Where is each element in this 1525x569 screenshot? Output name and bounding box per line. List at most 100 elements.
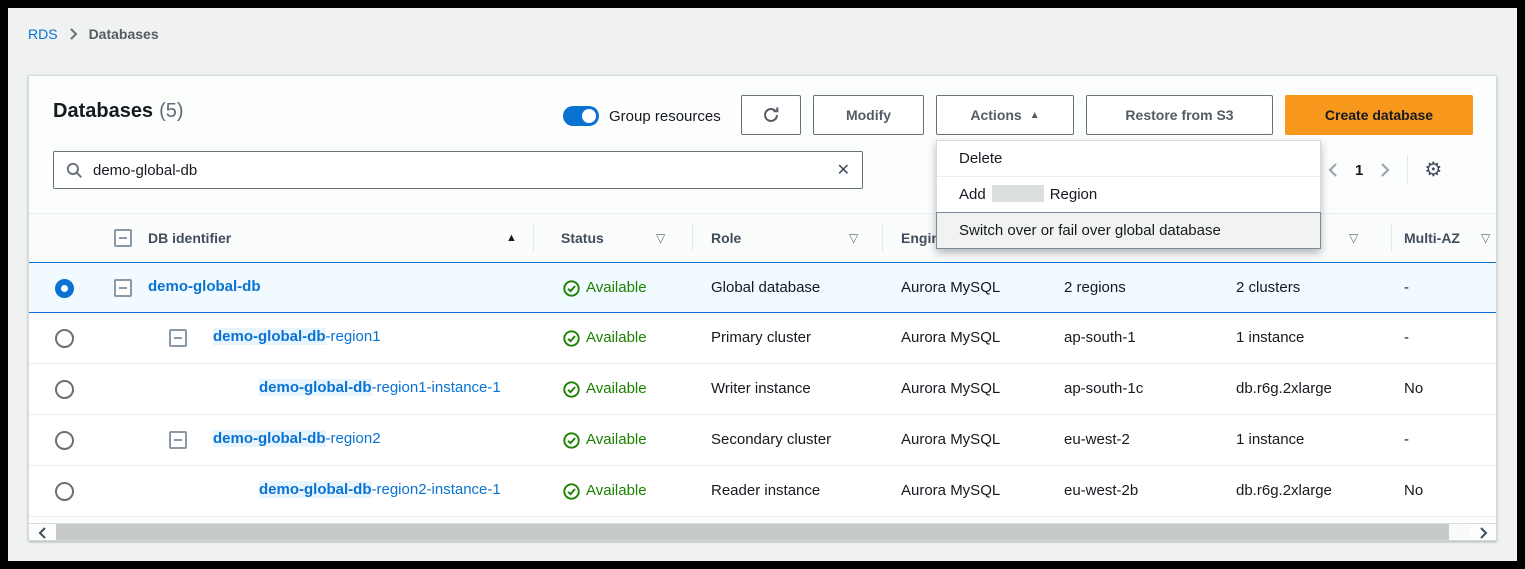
group-resources-label: Group resources bbox=[609, 107, 721, 127]
panel-title: Databases (5) bbox=[53, 100, 184, 123]
table-row[interactable]: demo-global-db Available Global database… bbox=[29, 262, 1497, 313]
create-label: Create database bbox=[1325, 107, 1433, 123]
menu-item-add-region-suffix: Region bbox=[1050, 186, 1098, 203]
size-value: db.r6g.2xlarge bbox=[1236, 380, 1332, 397]
refresh-button[interactable] bbox=[741, 95, 801, 135]
table-row[interactable]: demo-global-db-region2 Available Seconda… bbox=[29, 415, 1497, 466]
multi-az-value: - bbox=[1404, 279, 1409, 296]
settings-gear-icon[interactable]: ⚙ bbox=[1424, 160, 1442, 180]
collapse-all-checkbox[interactable] bbox=[114, 229, 132, 247]
pagination-divider bbox=[1407, 155, 1408, 185]
collapse-row-icon[interactable] bbox=[169, 329, 187, 347]
role-value: Global database bbox=[711, 279, 820, 296]
role-value: Writer instance bbox=[711, 380, 811, 397]
sortable-icon[interactable]: ▽ bbox=[1481, 231, 1490, 245]
column-divider bbox=[882, 224, 883, 252]
databases-panel: Databases (5) Group resources Modify Acti… bbox=[28, 75, 1497, 541]
scrollbar-thumb[interactable] bbox=[56, 524, 1449, 541]
role-value: Reader instance bbox=[711, 482, 820, 499]
restore-from-s3-button[interactable]: Restore from S3 bbox=[1086, 95, 1273, 135]
chevron-left-icon bbox=[38, 527, 47, 539]
next-page-button[interactable] bbox=[1379, 162, 1391, 178]
breadcrumb: RDS Databases bbox=[28, 26, 159, 42]
multi-az-value: - bbox=[1404, 329, 1409, 346]
status-value: Available bbox=[586, 380, 647, 397]
row-radio-selected[interactable] bbox=[55, 279, 74, 298]
breadcrumb-rds-link[interactable]: RDS bbox=[28, 26, 58, 42]
row-radio[interactable] bbox=[55, 329, 74, 348]
size-value: 1 instance bbox=[1236, 431, 1304, 448]
engine-value: Aurora MySQL bbox=[901, 431, 1000, 448]
chevron-left-icon bbox=[1327, 162, 1339, 178]
collapse-row-icon[interactable] bbox=[169, 431, 187, 449]
row-radio[interactable] bbox=[55, 380, 74, 399]
multi-az-value: No bbox=[1404, 482, 1423, 499]
db-identifier-link[interactable]: demo-global-db-region1 bbox=[213, 328, 381, 345]
size-value: 1 instance bbox=[1236, 329, 1304, 346]
caret-up-icon: ▲ bbox=[1030, 110, 1040, 121]
multi-az-value: No bbox=[1404, 380, 1423, 397]
modify-label: Modify bbox=[846, 107, 891, 123]
restore-label: Restore from S3 bbox=[1125, 107, 1233, 123]
page-number[interactable]: 1 bbox=[1355, 162, 1363, 179]
group-resources-toggle[interactable] bbox=[563, 106, 599, 126]
actions-button[interactable]: Actions ▲ bbox=[936, 95, 1074, 135]
modify-button[interactable]: Modify bbox=[813, 95, 924, 135]
scroll-right-button[interactable] bbox=[1470, 524, 1496, 541]
column-header-role[interactable]: Role bbox=[711, 230, 741, 246]
engine-value: Aurora MySQL bbox=[901, 279, 1000, 296]
region-value: 2 regions bbox=[1064, 279, 1126, 296]
status-available-icon bbox=[563, 381, 580, 398]
db-identifier-link[interactable]: demo-global-db-region2-instance-1 bbox=[259, 481, 501, 498]
previous-page-button[interactable] bbox=[1327, 162, 1339, 178]
search-icon bbox=[66, 162, 83, 179]
clear-search-icon[interactable]: ✕ bbox=[837, 160, 850, 180]
table-row[interactable]: demo-global-db-region1-instance-1 Availa… bbox=[29, 364, 1497, 415]
sort-ascending-icon[interactable]: ▲ bbox=[506, 232, 517, 244]
column-divider bbox=[533, 224, 534, 252]
collapse-row-icon[interactable] bbox=[114, 279, 132, 297]
table-row[interactable]: demo-global-db-region1 Available Primary… bbox=[29, 313, 1497, 364]
sortable-icon[interactable]: ▽ bbox=[656, 231, 665, 245]
create-database-button[interactable]: Create database bbox=[1285, 95, 1473, 135]
menu-item-switchover-failover[interactable]: Switch over or fail over global database bbox=[936, 212, 1321, 249]
engine-value: Aurora MySQL bbox=[901, 380, 1000, 397]
row-radio[interactable] bbox=[55, 431, 74, 450]
db-identifier-link[interactable]: demo-global-db-region1-instance-1 bbox=[259, 379, 501, 396]
menu-item-add-region-prefix: Add bbox=[959, 186, 986, 203]
role-value: Primary cluster bbox=[711, 329, 811, 346]
search-input[interactable] bbox=[93, 162, 827, 179]
sortable-icon[interactable]: ▽ bbox=[849, 231, 858, 245]
status-available-icon bbox=[563, 330, 580, 347]
sortable-icon[interactable]: ▽ bbox=[1349, 231, 1358, 245]
row-radio[interactable] bbox=[55, 482, 74, 501]
status-value: Available bbox=[586, 329, 647, 346]
region-value: eu-west-2b bbox=[1064, 482, 1138, 499]
db-identifier-link[interactable]: demo-global-db bbox=[148, 278, 261, 295]
engine-value: Aurora MySQL bbox=[901, 329, 1000, 346]
status-value: Available bbox=[586, 431, 647, 448]
column-header-multi-az[interactable]: Multi-AZ bbox=[1404, 230, 1460, 246]
menu-item-delete[interactable]: Delete bbox=[937, 141, 1320, 176]
column-divider bbox=[692, 224, 693, 252]
actions-label: Actions bbox=[970, 107, 1021, 123]
refresh-icon bbox=[762, 106, 780, 124]
horizontal-scrollbar[interactable] bbox=[29, 523, 1497, 541]
panel-count: (5) bbox=[159, 100, 183, 122]
region-value: ap-south-1c bbox=[1064, 380, 1143, 397]
multi-az-value: - bbox=[1404, 431, 1409, 448]
panel-title-text: Databases bbox=[53, 100, 153, 122]
chevron-right-icon bbox=[1379, 162, 1391, 178]
menu-item-add-region[interactable]: Add Region bbox=[937, 177, 1320, 212]
screenshot-frame: RDS Databases Databases (5) Group resourc… bbox=[0, 0, 1525, 569]
size-value: 2 clusters bbox=[1236, 279, 1300, 296]
column-header-status[interactable]: Status bbox=[561, 230, 604, 246]
column-divider bbox=[1391, 224, 1392, 252]
chevron-right-icon bbox=[1479, 527, 1488, 539]
scroll-left-button[interactable] bbox=[29, 524, 55, 541]
actions-dropdown-menu: Delete Add Region Switch over or fail ove… bbox=[936, 140, 1321, 249]
db-identifier-link[interactable]: demo-global-db-region2 bbox=[213, 430, 381, 447]
table-row[interactable]: demo-global-db-region2-instance-1 Availa… bbox=[29, 466, 1497, 517]
status-available-icon bbox=[563, 280, 580, 297]
column-header-db-identifier[interactable]: DB identifier bbox=[148, 230, 231, 246]
